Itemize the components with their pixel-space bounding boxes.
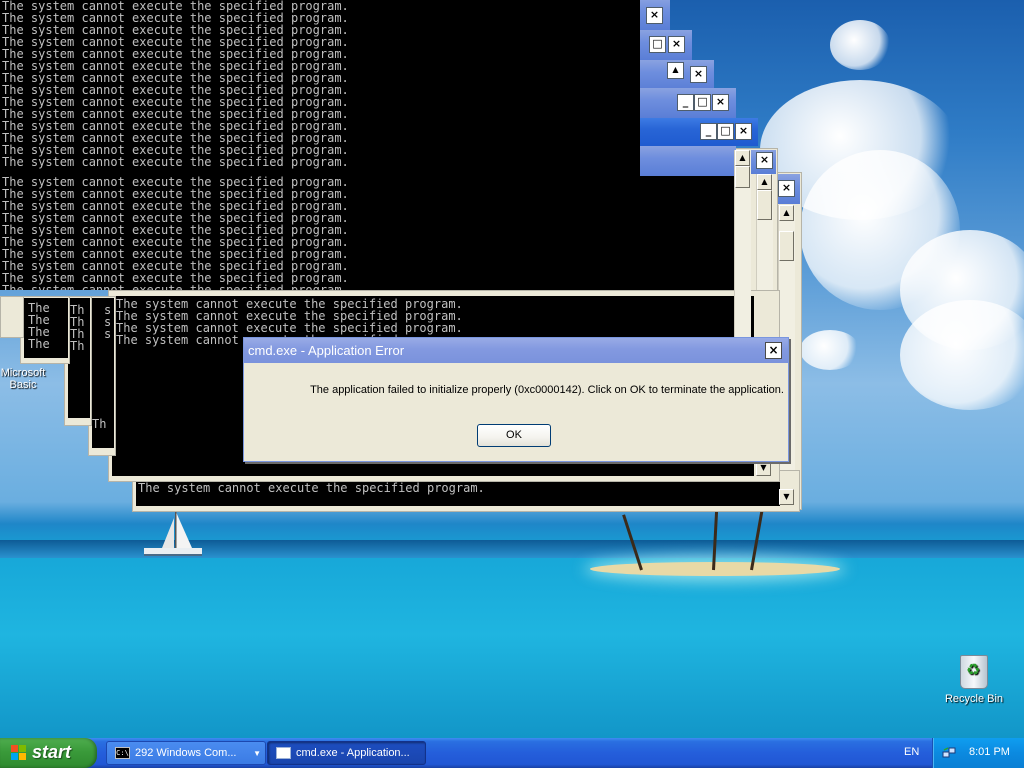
console-stub: The [28,337,50,351]
close-icon[interactable]: × [712,94,729,111]
scroll-down-icon[interactable]: ▼ [779,489,794,505]
console-line: The system cannot execute the specified … [138,481,485,495]
clock[interactable]: 8:01 PM [969,746,1010,758]
sailboat-image [144,512,202,556]
cloud [900,300,1024,410]
cmd-window-stub[interactable] [0,296,24,338]
cloud [800,330,860,370]
console-line: The system cannot execute the specified … [2,283,349,290]
close-icon[interactable]: × [756,152,773,169]
scroll-up-icon[interactable]: ▲ [667,62,684,79]
scroll-down-icon[interactable]: ▼ [756,460,771,476]
application-error-dialog[interactable]: cmd.exe - Application Error × The applic… [243,337,789,462]
language-indicator[interactable]: EN [904,746,919,758]
cmd-console-main-lower[interactable]: The system cannot execute the specified … [0,176,734,290]
dialog-message: The application failed to initialize pro… [310,384,784,396]
recycle-bin-icon: ♻ [960,655,988,689]
scroll-thumb[interactable] [757,190,772,220]
taskbar-item-label: cmd.exe - Application... [296,747,410,759]
cmd-icon: C:\ [115,747,130,759]
recycle-bin-label: Recycle Bin [944,693,1004,705]
cmd-console[interactable]: s s s Th [92,298,114,448]
scroll-thumb[interactable] [735,166,750,188]
chevron-down-icon: ▼ [253,749,261,758]
taskbar: start C:\ 292 Windows Com... ▼ cmd.exe -… [0,738,1024,768]
network-icon[interactable] [942,746,956,760]
maximize-icon[interactable]: □ [649,36,666,53]
maximize-icon[interactable]: □ [694,94,711,111]
close-icon[interactable]: × [735,123,752,140]
minimize-icon[interactable]: _ [677,94,694,111]
microsoft-basic-label-line1: Microsoft [0,367,46,379]
scroll-up-icon[interactable]: ▲ [735,150,750,166]
minimize-icon[interactable]: _ [700,123,717,140]
close-icon[interactable]: × [668,36,685,53]
console-stub: s [104,327,112,341]
scroll-up-icon[interactable]: ▲ [779,205,794,221]
close-icon[interactable]: × [778,180,795,197]
cmd-console-main[interactable]: The system cannot execute the specified … [0,0,640,176]
console-output: The system cannot execute the specified … [0,176,734,290]
console-stub: Th [68,364,90,376]
maximize-icon[interactable]: □ [717,123,734,140]
taskbar-item-label: 292 Windows Com... [135,747,237,759]
cloud [830,20,890,70]
taskbar-item-windows-command[interactable]: C:\ 292 Windows Com... ▼ [106,741,266,765]
console-stub: Th [70,339,85,353]
start-button[interactable]: start [0,738,97,768]
close-icon[interactable]: × [646,7,663,24]
console-stub: Th [92,417,107,431]
microsoft-basic-label-line2: Basic [9,379,37,391]
cmd-console[interactable]: The The The The [24,298,68,358]
window-icon [276,747,291,759]
console-output: The system cannot execute the specified … [0,0,640,168]
cmd-console[interactable]: Th Th Th Th Th [68,298,90,418]
ok-button[interactable]: OK [477,424,551,447]
desktop: Microsoft Basic ♻ Recycle Bin × ▲ ▼ × ▲ … [0,0,1024,738]
scroll-thumb[interactable] [779,231,794,261]
scroll-up-icon[interactable]: ▲ [757,174,772,190]
close-icon[interactable]: × [765,342,782,359]
dialog-title: cmd.exe - Application Error [248,343,405,358]
console-line: The system cannot execute the specified … [2,155,349,169]
start-label: start [32,742,72,762]
system-tray: 8:01 PM [932,738,1024,768]
cmd-console[interactable]: The system cannot execute the specified … [136,478,780,506]
close-icon[interactable]: × [690,66,707,83]
microsoft-basic-desktop-icon[interactable]: Microsoft Basic [0,367,46,391]
cmd-window-titlebar[interactable] [640,146,736,176]
scrollbar[interactable]: ▲ [734,150,751,340]
recycle-bin-desktop-icon[interactable]: ♻ Recycle Bin [942,655,1006,705]
dialog-titlebar[interactable]: cmd.exe - Application Error × [244,338,788,363]
taskbar-item-application-error[interactable]: cmd.exe - Application... [267,741,426,765]
start-logo-icon [11,745,27,761]
